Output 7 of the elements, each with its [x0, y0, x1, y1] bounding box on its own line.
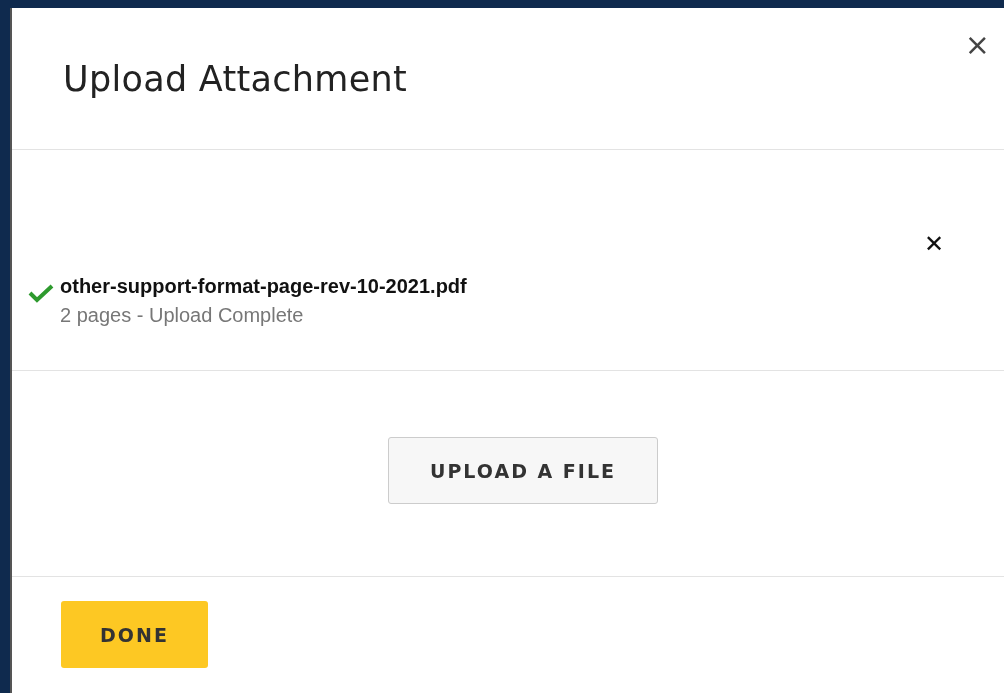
file-status: 2 pages - Upload Complete	[60, 304, 305, 327]
done-button[interactable]: DONE	[61, 601, 208, 668]
dialog-title: Upload Attachment	[63, 58, 408, 99]
close-button[interactable]: ×	[964, 30, 990, 60]
remove-file-button[interactable]: ✕	[924, 232, 945, 256]
upload-file-button[interactable]: UPLOAD A FILE	[388, 437, 658, 504]
file-name: other-support-format-page-rev-10-2021.pdf	[60, 275, 467, 298]
